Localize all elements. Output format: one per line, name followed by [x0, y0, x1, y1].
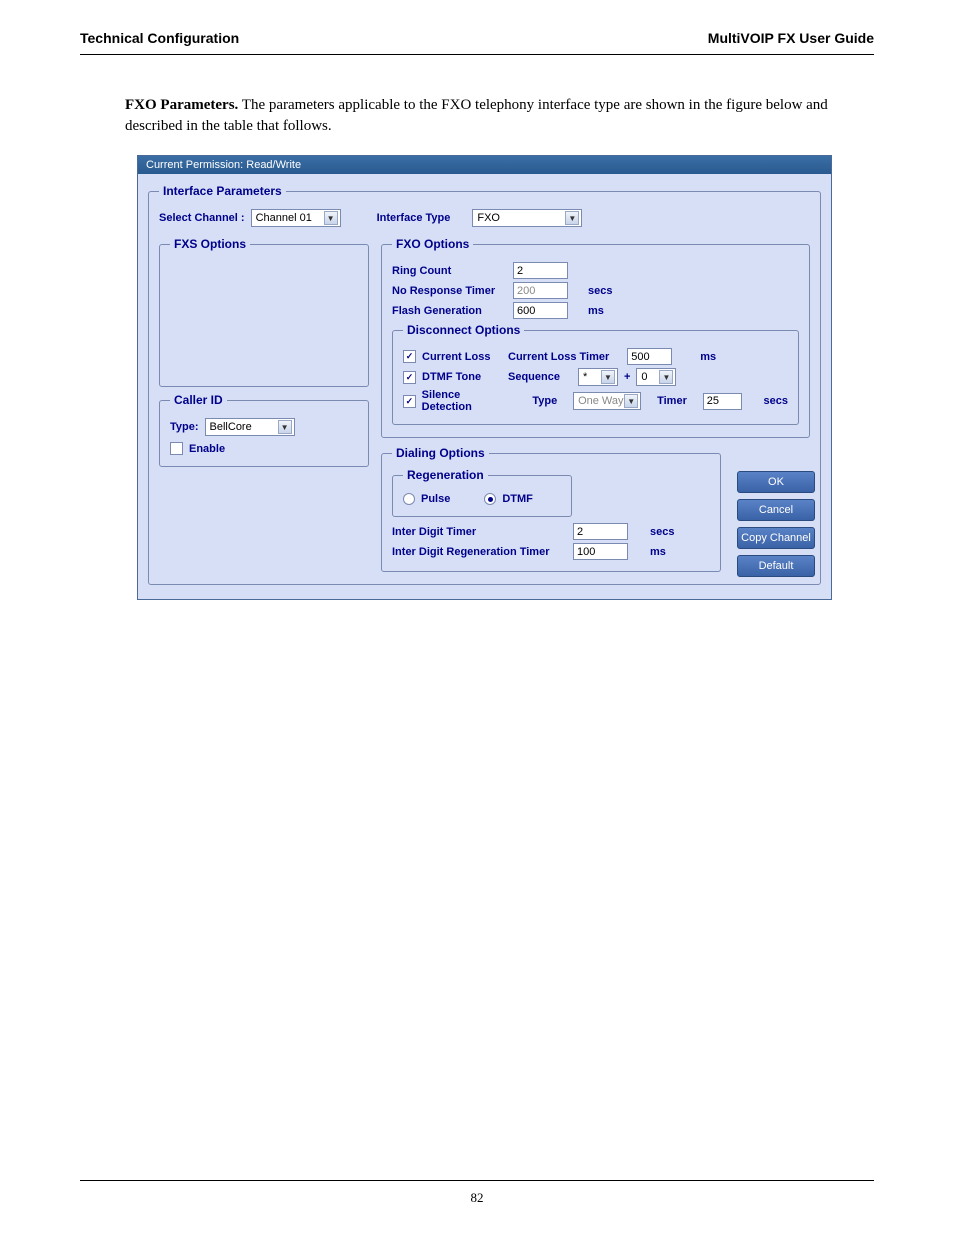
- current-loss-checkbox[interactable]: ✓: [403, 350, 416, 363]
- current-loss-timer-unit: ms: [700, 351, 716, 363]
- regeneration-legend: Regeneration: [403, 468, 488, 482]
- no-response-unit: secs: [588, 285, 612, 297]
- caller-id-enable-checkbox[interactable]: ✓: [170, 442, 183, 455]
- flash-unit: ms: [588, 305, 604, 317]
- current-loss-timer-input[interactable]: 500: [627, 348, 672, 365]
- intro-bold: FXO Parameters.: [125, 97, 238, 113]
- inter-digit-input[interactable]: 2: [573, 523, 628, 540]
- dtmf-label: DTMF: [502, 493, 533, 505]
- dialing-options-fieldset: Dialing Options Regeneration Pulse DTMF: [381, 446, 721, 572]
- chevron-down-icon: ▼: [624, 394, 638, 408]
- chevron-down-icon: ▼: [601, 370, 615, 384]
- chevron-down-icon: ▼: [324, 211, 338, 225]
- ok-button[interactable]: OK: [737, 471, 815, 493]
- dialing-options-legend: Dialing Options: [392, 446, 489, 460]
- inter-digit-regen-unit: ms: [650, 546, 666, 558]
- inter-digit-label: Inter Digit Timer: [392, 526, 567, 538]
- sequence-a-dropdown[interactable]: * ▼: [578, 368, 618, 386]
- ring-count-input[interactable]: 2: [513, 262, 568, 279]
- interface-type-label: Interface Type: [377, 212, 451, 224]
- intro-paragraph: FXO Parameters. The parameters applicabl…: [125, 95, 844, 137]
- interface-type-dropdown[interactable]: FXO ▼: [472, 209, 582, 227]
- caller-id-type-label: Type:: [170, 421, 199, 433]
- regeneration-fieldset: Regeneration Pulse DTMF: [392, 468, 572, 517]
- select-channel-label: Select Channel :: [159, 212, 245, 224]
- silence-timer-label: Timer: [657, 395, 687, 407]
- flash-label: Flash Generation: [392, 305, 507, 317]
- caller-id-fieldset: Caller ID Type: BellCore ▼ ✓ Enable: [159, 393, 369, 467]
- inter-digit-regen-input[interactable]: 100: [573, 543, 628, 560]
- default-button[interactable]: Default: [737, 555, 815, 577]
- sequence-plus: +: [624, 371, 630, 383]
- copy-channel-button[interactable]: Copy Channel: [737, 527, 815, 549]
- silence-type-label: Type: [532, 395, 557, 407]
- silence-type-dropdown[interactable]: One Way ▼: [573, 392, 641, 410]
- sequence-a-value: *: [583, 371, 587, 383]
- sequence-b-dropdown[interactable]: 0 ▼: [636, 368, 676, 386]
- caller-id-type-value: BellCore: [210, 421, 252, 433]
- page-number: 82: [471, 1190, 484, 1205]
- dtmf-radio[interactable]: [484, 493, 496, 505]
- interface-parameters-legend: Interface Parameters: [159, 184, 286, 198]
- pulse-radio[interactable]: [403, 493, 415, 505]
- fxo-options-legend: FXO Options: [392, 237, 473, 251]
- ring-count-label: Ring Count: [392, 265, 507, 277]
- fxo-options-fieldset: FXO Options Ring Count 2 No Response Tim…: [381, 237, 810, 438]
- current-loss-timer-label: Current Loss Timer: [508, 351, 609, 363]
- pulse-label: Pulse: [421, 493, 450, 505]
- inter-digit-regen-label: Inter Digit Regeneration Timer: [392, 546, 567, 558]
- disconnect-options-legend: Disconnect Options: [403, 323, 524, 337]
- chevron-down-icon: ▼: [659, 370, 673, 384]
- caller-id-type-dropdown[interactable]: BellCore ▼: [205, 418, 295, 436]
- dtmf-tone-checkbox[interactable]: ✓: [403, 371, 416, 384]
- select-channel-dropdown[interactable]: Channel 01 ▼: [251, 209, 341, 227]
- header-right: MultiVOIP FX User Guide: [708, 30, 874, 46]
- current-loss-label: Current Loss: [422, 351, 502, 363]
- silence-checkbox[interactable]: ✓: [403, 395, 416, 408]
- flash-input[interactable]: 600: [513, 302, 568, 319]
- dialog-window: Current Permission: Read/Write Interface…: [137, 155, 832, 600]
- inter-digit-unit: secs: [650, 526, 674, 538]
- interface-parameters-fieldset: Interface Parameters Select Channel : Ch…: [148, 184, 821, 585]
- silence-type-value: One Way: [578, 395, 623, 407]
- dialog-titlebar: Current Permission: Read/Write: [138, 156, 831, 174]
- silence-label: Silence Detection: [422, 389, 511, 413]
- no-response-label: No Response Timer: [392, 285, 507, 297]
- chevron-down-icon: ▼: [565, 211, 579, 225]
- interface-type-value: FXO: [477, 212, 500, 224]
- silence-timer-input[interactable]: 25: [703, 393, 742, 410]
- sequence-b-value: 0: [641, 371, 647, 383]
- disconnect-options-fieldset: Disconnect Options ✓ Current Loss Curren…: [392, 323, 799, 425]
- fxs-options-fieldset: FXS Options: [159, 237, 369, 387]
- fxs-options-legend: FXS Options: [170, 237, 250, 251]
- cancel-button[interactable]: Cancel: [737, 499, 815, 521]
- dtmf-tone-label: DTMF Tone: [422, 371, 502, 383]
- header-left: Technical Configuration: [80, 30, 239, 46]
- caller-id-legend: Caller ID: [170, 393, 227, 407]
- select-channel-value: Channel 01: [256, 212, 312, 224]
- sequence-label: Sequence: [508, 371, 560, 383]
- no-response-input[interactable]: 200: [513, 282, 568, 299]
- chevron-down-icon: ▼: [278, 420, 292, 434]
- caller-id-enable-label: Enable: [189, 443, 225, 455]
- footer-rule: [80, 1180, 874, 1181]
- silence-timer-unit: secs: [764, 395, 788, 407]
